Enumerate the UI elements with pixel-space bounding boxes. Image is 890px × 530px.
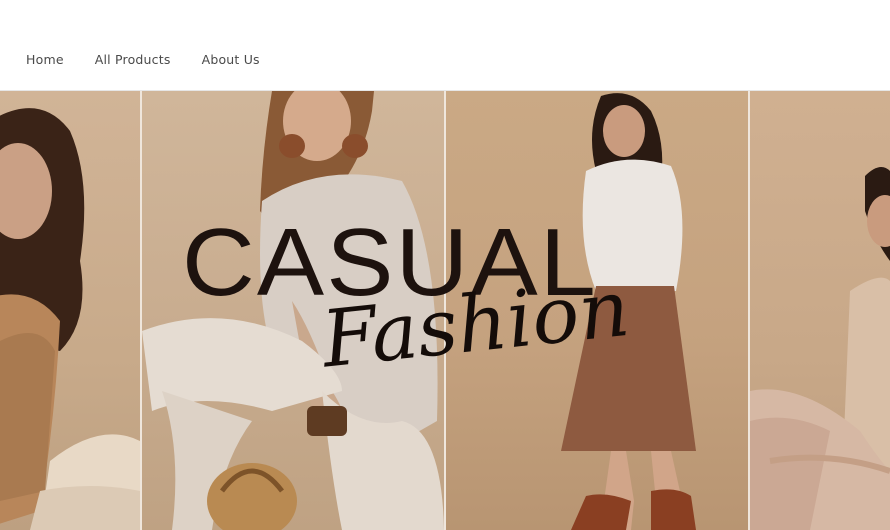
hero-image-2: [142, 91, 444, 530]
nav-link-all-products[interactable]: All Products: [95, 52, 171, 67]
woman-in-camel-sweater-illustration: [0, 108, 140, 530]
woman-seated-with-rattan-bag-illustration: [142, 91, 444, 530]
hero-image-4: [750, 91, 890, 530]
woman-seated-in-beige-outfit-illustration: [750, 167, 890, 530]
hero-image-1: [0, 91, 140, 530]
nav-link-about-us[interactable]: About Us: [202, 52, 260, 67]
nav-item-home: Home: [26, 52, 64, 67]
nav-link-home[interactable]: Home: [26, 52, 64, 67]
woman-in-white-top-brown-skirt-illustration: [561, 93, 696, 530]
hero-image-3: [446, 91, 748, 530]
main-nav: Home All Products About Us: [26, 52, 291, 67]
hero-banner: CASUAL Fashion: [0, 91, 890, 530]
site-header: Home All Products About Us: [0, 0, 890, 91]
nav-item-about-us: About Us: [202, 52, 260, 67]
nav-item-all-products: All Products: [95, 52, 171, 67]
